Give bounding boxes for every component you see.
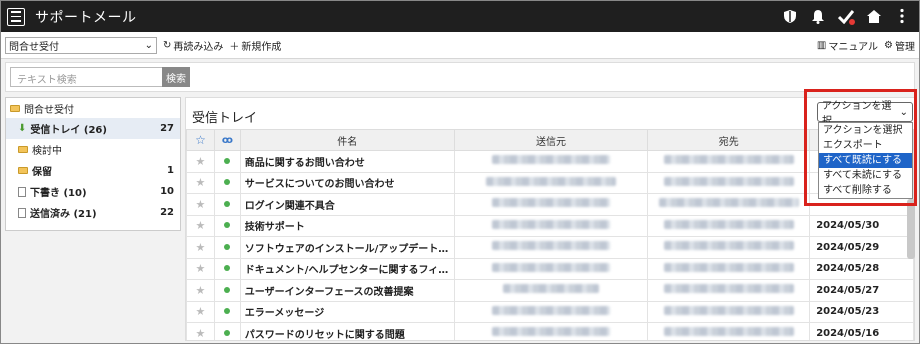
unread-dot: [224, 308, 231, 315]
redacted-recipient: [663, 262, 794, 272]
folder-tree: 問合せ受付 ⬇ 受信トレイ (26) 27 検討中 保留 1 下書き (10) …: [5, 97, 181, 231]
from-column-header[interactable]: 送信元: [453, 129, 649, 151]
table-row[interactable]: ★ ドキュメント/ヘルプセンターに関するフィ… 2024/05/28: [186, 257, 914, 280]
title-bar: サポートメール: [1, 1, 919, 32]
table-row[interactable]: ★ エラーメッセージ 2024/05/23: [186, 300, 914, 323]
manual-link[interactable]: ▥ マニュアル: [817, 38, 878, 53]
reload-button[interactable]: ↻ 再読み込み: [163, 38, 223, 53]
plus-icon: ＋: [229, 41, 240, 53]
redacted-sender: [503, 284, 600, 294]
inbox-icon: ⬇: [18, 123, 27, 134]
unread-dot: [224, 286, 231, 293]
redacted-recipient: [663, 155, 794, 165]
star-icon[interactable]: ★: [186, 300, 215, 323]
highlight-annotation: [804, 89, 917, 206]
star-icon[interactable]: ★: [186, 236, 215, 259]
star-icon[interactable]: ★: [186, 214, 215, 237]
bell-icon[interactable]: [809, 7, 827, 25]
search-button[interactable]: 検索: [162, 67, 190, 87]
redacted-sender: [492, 305, 611, 315]
check-icon[interactable]: [837, 7, 855, 25]
redacted-sender: [492, 327, 611, 337]
redacted-sender: [492, 262, 611, 272]
redacted-recipient: [663, 176, 794, 186]
unread-dot: [224, 329, 231, 336]
title-icons: [781, 7, 911, 25]
unread-dot: [224, 179, 231, 186]
search-input[interactable]: テキスト検索: [10, 67, 162, 87]
star-column-header[interactable]: ☆: [186, 129, 215, 151]
search-bar: テキスト検索 検索: [5, 62, 915, 92]
sidebar-item-inbox[interactable]: ⬇ 受信トレイ (26) 27: [6, 118, 180, 139]
gear-icon: ⚙: [884, 40, 893, 51]
scrollbar-thumb[interactable]: [907, 199, 915, 259]
new-button[interactable]: ＋ 新規作成: [229, 38, 281, 53]
redacted-recipient: [658, 198, 799, 208]
to-column-header[interactable]: 宛先: [647, 129, 811, 151]
folder-icon: [18, 146, 28, 153]
table-row[interactable]: ★ 技術サポート 2024/05/30: [186, 214, 914, 237]
sidebar-item-hold[interactable]: 保留 1: [6, 160, 180, 181]
reload-icon: ↻: [163, 39, 172, 51]
unread-dot: [224, 243, 231, 250]
unread-dot: [224, 265, 231, 272]
admin-link[interactable]: ⚙ 管理: [884, 38, 915, 53]
subject-column-header[interactable]: 件名: [239, 129, 455, 151]
star-icon[interactable]: ★: [186, 171, 215, 194]
redacted-recipient: [663, 219, 794, 229]
more-vertical-icon[interactable]: [893, 7, 911, 25]
star-icon: ☆: [195, 133, 206, 147]
menu-icon[interactable]: [7, 7, 25, 26]
star-icon[interactable]: ★: [186, 257, 215, 280]
glasses-icon: ꝏ: [221, 134, 233, 146]
redacted-recipient: [663, 284, 794, 294]
notification-dot: [849, 19, 855, 25]
page-title: 受信トレイ: [192, 111, 258, 126]
sidebar-item-reviewing[interactable]: 検討中: [6, 139, 180, 160]
folder-select[interactable]: 問合せ受付 ⌄: [5, 36, 157, 54]
tree-root[interactable]: 問合せ受付: [6, 98, 180, 118]
read-column-header[interactable]: ꝏ: [213, 129, 241, 151]
unread-dot: [224, 222, 231, 229]
star-icon[interactable]: ★: [186, 322, 215, 340]
toolbar: 問合せ受付 ⌄ ↻ 再読み込み ＋ 新規作成 ▥ マニュアル ⚙ 管理: [1, 32, 919, 59]
unread-dot: [224, 157, 231, 164]
table-row[interactable]: ★ パスワードのリセットに関する問題 2024/05/16: [186, 322, 914, 340]
sidebar-item-sent[interactable]: 送信済み (21) 22: [6, 202, 180, 223]
star-icon[interactable]: ★: [186, 193, 215, 216]
chevron-down-icon: ⌄: [144, 39, 153, 51]
star-icon[interactable]: ★: [186, 279, 215, 302]
redacted-sender: [492, 155, 611, 165]
table-row[interactable]: ★ ソフトウェアのインストール/アップデート… 2024/05/29: [186, 236, 914, 259]
document-icon: [18, 207, 26, 218]
redacted-recipient: [663, 327, 794, 337]
shield-icon[interactable]: [781, 7, 799, 25]
redacted-recipient: [663, 241, 794, 251]
folder-open-icon: [10, 104, 20, 112]
app-title: サポートメール: [35, 9, 137, 26]
redacted-sender: [492, 198, 611, 208]
sidebar-item-drafts[interactable]: 下書き (10) 10: [6, 181, 180, 202]
redacted-sender: [492, 219, 611, 229]
home-icon[interactable]: [865, 7, 883, 25]
unread-dot: [224, 200, 231, 207]
redacted-recipient: [663, 305, 794, 315]
redacted-sender: [486, 176, 617, 186]
app-window: サポートメール 問合せ受付 ⌄ ↻ 再読み込み ＋ 新規作成 ▥ マニュアル ⚙…: [0, 0, 920, 344]
table-row[interactable]: ★ ユーザーインターフェースの改善提案 2024/05/27: [186, 279, 914, 302]
star-icon[interactable]: ★: [186, 150, 215, 173]
document-icon: [18, 186, 26, 197]
redacted-sender: [492, 241, 611, 251]
folder-icon: [18, 167, 28, 174]
book-icon: ▥: [816, 40, 827, 51]
